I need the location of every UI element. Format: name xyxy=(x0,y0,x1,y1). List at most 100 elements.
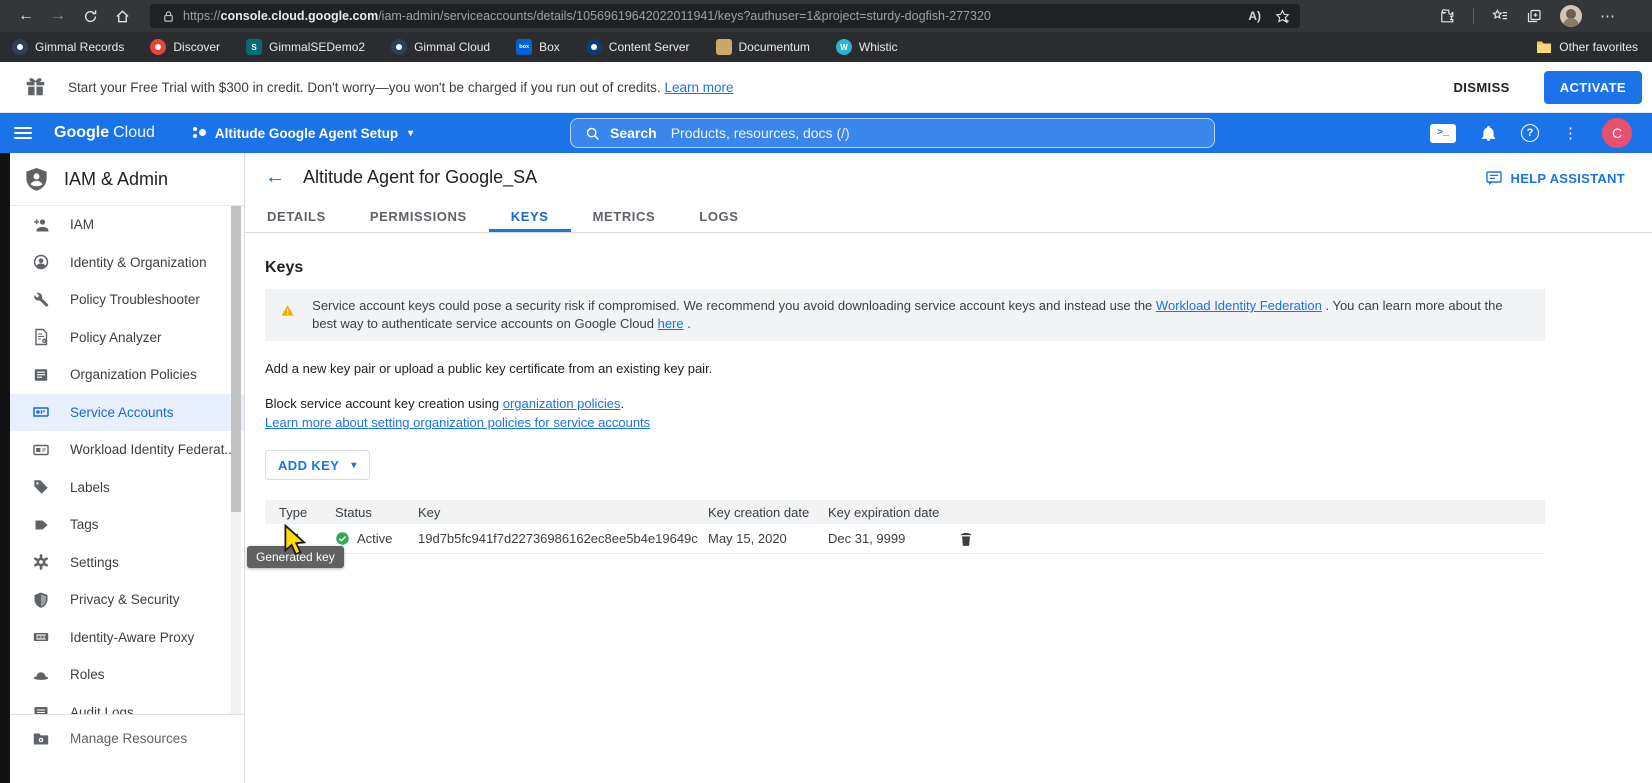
browser-refresh-button[interactable] xyxy=(74,3,106,29)
sidebar-item-workload-identity-federation[interactable]: Workload Identity Federat... xyxy=(10,431,244,469)
google-cloud-logo[interactable]: GoogleCloud xyxy=(54,124,155,142)
bookmark-gimmal-cloud[interactable]: Gimmal Cloud xyxy=(391,39,490,55)
iam-admin-shield-icon xyxy=(23,166,50,193)
settings-more-icon[interactable]: ⋮ xyxy=(1563,124,1578,142)
tab-keys[interactable]: KEYS xyxy=(489,201,571,232)
favorites-hub-icon[interactable] xyxy=(1492,8,1508,24)
sidebar-item-identity-organization[interactable]: Identity & Organization xyxy=(10,244,244,282)
gimmal-cloud-favicon xyxy=(391,39,407,55)
identity-card-icon xyxy=(32,441,50,459)
help-assistant-button[interactable]: HELP ASSISTANT xyxy=(1485,169,1625,187)
free-trial-banner: Start your Free Trial with $300 in credi… xyxy=(0,62,1652,113)
trial-banner-text: Start your Free Trial with $300 in credi… xyxy=(68,80,734,95)
proxy-icon xyxy=(32,628,50,646)
gimmal-records-favicon xyxy=(12,39,28,55)
sidebar-item-service-accounts[interactable]: Service Accounts xyxy=(10,394,244,432)
read-aloud-icon[interactable]: A) xyxy=(1248,9,1261,23)
workload-identity-federation-link[interactable]: Workload Identity Federation xyxy=(1156,298,1322,313)
project-selector[interactable]: Altitude Google Agent Setup ▾ xyxy=(191,125,413,141)
sidebar-item-identity-aware-proxy[interactable]: Identity-Aware Proxy xyxy=(10,619,244,657)
tab-logs[interactable]: LOGS xyxy=(677,201,760,232)
discover-favicon xyxy=(150,39,166,55)
sidebar-header: IAM & Admin xyxy=(10,153,244,206)
gift-icon xyxy=(25,77,46,98)
key-expiration-date-value: Dec 31, 9999 xyxy=(814,531,944,546)
sidebar-item-privacy-security[interactable]: Privacy & Security xyxy=(10,581,244,619)
sidebar-item-settings[interactable]: Settings xyxy=(10,544,244,582)
warning-text: Service account keys could pose a securi… xyxy=(312,297,1529,333)
bookmark-box[interactable]: boxBox xyxy=(516,39,560,55)
sidebar-item-organization-policies[interactable]: Organization Policies xyxy=(10,356,244,394)
browser-back-button[interactable]: ← xyxy=(10,3,42,29)
bookmark-content-server[interactable]: Content Server xyxy=(586,39,690,55)
cloud-console-header: GoogleCloud Altitude Google Agent Setup … xyxy=(0,113,1652,153)
other-favorites-button[interactable]: Other favorites xyxy=(1536,40,1638,54)
add-favorite-icon[interactable] xyxy=(1275,9,1290,24)
tab-details[interactable]: DETAILS xyxy=(245,201,348,232)
browser-home-button[interactable] xyxy=(106,3,138,29)
browser-forward-button[interactable]: → xyxy=(42,3,74,29)
search-input[interactable]: Search Products, resources, docs (/) xyxy=(570,118,1215,148)
back-button[interactable]: ← xyxy=(265,166,295,189)
section-title: Keys xyxy=(265,259,1545,277)
main-panel: ← Altitude Agent for Google_SA HELP ASSI… xyxy=(245,153,1652,783)
delete-key-button[interactable] xyxy=(944,531,1004,547)
wrench-icon xyxy=(32,291,50,309)
tab-permissions[interactable]: PERMISSIONS xyxy=(348,201,489,232)
bookmark-whistic[interactable]: WWhistic xyxy=(836,39,898,55)
sidebar-item-policy-analyzer[interactable]: Policy Analyzer xyxy=(10,319,244,357)
activate-button[interactable]: ACTIVATE xyxy=(1544,71,1642,104)
sidebar-footer: Manage Resources xyxy=(10,714,244,783)
collections-icon[interactable] xyxy=(1526,8,1542,24)
sidebar-item-manage-resources[interactable]: Manage Resources xyxy=(10,720,244,758)
folder-icon xyxy=(1536,40,1552,54)
person-add-icon xyxy=(32,216,50,234)
sidebar-scrollbar[interactable] xyxy=(231,206,241,714)
active-check-icon xyxy=(335,531,350,546)
table-row: Active 19d7b5fc941f7d22736986162ec8ee5b4… xyxy=(265,524,1545,554)
bookmark-discover[interactable]: Discover xyxy=(150,39,220,55)
menu-icon[interactable] xyxy=(0,127,46,139)
learn-more-link[interactable]: Learn more xyxy=(664,80,733,95)
browser-menu-icon[interactable]: ⋯ xyxy=(1600,7,1616,25)
browser-essentials-icon[interactable] xyxy=(1439,8,1455,24)
sidebar-scrollbar-thumb[interactable] xyxy=(231,206,241,512)
sidebar-item-iam[interactable]: IAM xyxy=(10,206,244,244)
sidebar-item-tags[interactable]: Tags xyxy=(10,506,244,544)
column-header-status: Status xyxy=(321,505,404,520)
refresh-icon xyxy=(83,9,98,24)
chevron-down-icon: ▾ xyxy=(351,460,356,471)
chat-icon xyxy=(1485,169,1503,187)
sidebar-item-labels[interactable]: Labels xyxy=(10,469,244,507)
bookmark-gimmalsedemo2[interactable]: SGimmalSEDemo2 xyxy=(246,39,365,55)
project-icon xyxy=(191,125,207,141)
add-key-intro-text: Add a new key pair or upload a public ke… xyxy=(265,361,1545,376)
add-key-button[interactable]: ADD KEY ▾ xyxy=(265,450,370,480)
learn-more-org-policies-link[interactable]: Learn more about setting organization po… xyxy=(265,415,650,430)
sidebar-item-roles[interactable]: Roles xyxy=(10,656,244,694)
organization-policies-link[interactable]: organization policies xyxy=(503,396,621,411)
sidebar-item-policy-troubleshooter[interactable]: Policy Troubleshooter xyxy=(10,281,244,319)
policies-card-icon xyxy=(32,366,50,384)
table-header-row: Type Status Key Key creation date Key ex… xyxy=(265,500,1545,524)
browser-profile-avatar[interactable] xyxy=(1560,5,1582,27)
help-icon[interactable]: ? xyxy=(1521,124,1539,142)
document-gear-icon xyxy=(32,328,50,346)
tab-metrics[interactable]: METRICS xyxy=(571,201,678,232)
address-bar[interactable]: https://console.cloud.google.com/iam-adm… xyxy=(150,4,1300,28)
here-link[interactable]: here xyxy=(658,316,684,331)
iam-admin-sidebar: IAM & Admin IAM Identity & Organization … xyxy=(10,153,245,783)
chevron-down-icon: ▾ xyxy=(408,128,413,139)
notifications-bell-icon[interactable] xyxy=(1480,125,1497,142)
sidebar-title: IAM & Admin xyxy=(64,169,168,190)
dismiss-button[interactable]: DISMISS xyxy=(1443,72,1519,103)
account-avatar[interactable]: C xyxy=(1602,118,1632,148)
cloud-shell-button[interactable]: >_ xyxy=(1430,124,1456,143)
documentum-favicon xyxy=(716,39,732,55)
keys-table: Type Status Key Key creation date Key ex… xyxy=(265,500,1545,554)
person-circle-icon xyxy=(32,253,50,271)
generated-key-type-icon[interactable] xyxy=(285,530,300,545)
column-header-type: Type xyxy=(265,505,321,520)
bookmark-documentum[interactable]: Documentum xyxy=(716,39,810,55)
bookmark-gimmal-records[interactable]: Gimmal Records xyxy=(12,39,124,55)
